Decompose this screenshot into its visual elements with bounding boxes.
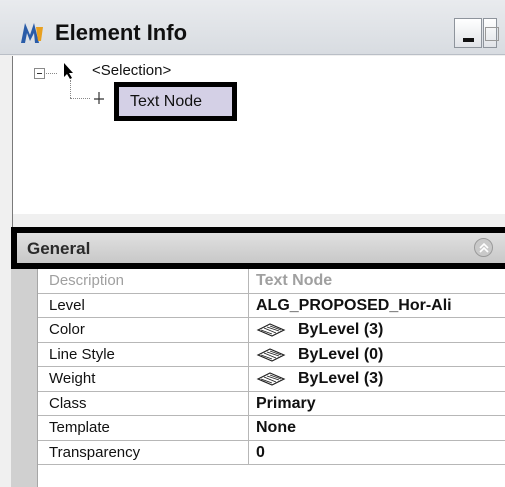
property-name: Transparency	[49, 443, 141, 461]
tree-connector	[70, 98, 90, 99]
tree-connector	[70, 80, 71, 98]
collapse-chevron-icon[interactable]	[474, 238, 493, 257]
element-tree[interactable]: <Selection> Text Node	[12, 56, 505, 214]
property-value: Text Node	[256, 272, 333, 289]
property-value[interactable]: ByLevel (0)	[298, 346, 383, 364]
property-grid-gutter	[11, 269, 37, 487]
property-value[interactable]: None	[256, 419, 296, 437]
property-row-level[interactable]: Level ALG_PROPOSED_Hor-Ali	[38, 293, 505, 318]
tree-item-text-node[interactable]: Text Node	[114, 82, 237, 121]
selection-arrow-icon	[64, 63, 73, 79]
property-value[interactable]: ALG_PROPOSED_Hor-Ali	[256, 297, 452, 315]
column-divider	[248, 269, 249, 293]
property-row-color[interactable]: Color ByLevel (3)	[38, 318, 505, 343]
maximize-icon	[485, 27, 499, 41]
column-divider	[248, 293, 249, 317]
app-logo-icon	[21, 23, 43, 43]
panel-splitter[interactable]	[12, 214, 505, 227]
property-row-class[interactable]: Class Primary	[38, 391, 505, 416]
property-value[interactable]: Primary	[256, 395, 316, 413]
property-value[interactable]: 0	[256, 444, 265, 462]
property-name: Level	[49, 296, 85, 314]
property-name: Weight	[49, 370, 96, 387]
minimize-icon	[463, 38, 474, 42]
property-name: Color	[49, 321, 85, 338]
tree-item-label: Text Node	[130, 93, 203, 110]
general-label: General	[27, 239, 91, 258]
bylevel-swatch-icon	[256, 347, 286, 362]
tree-connector	[46, 73, 57, 74]
column-divider	[248, 391, 249, 415]
property-grid: Description Text Node Level ALG_PROPOSED…	[37, 269, 505, 487]
general-section-header[interactable]: General	[11, 227, 505, 269]
window-title: Element Info	[55, 20, 188, 45]
property-row-template[interactable]: Template None	[38, 416, 505, 441]
maximize-button[interactable]	[483, 18, 499, 48]
minimize-button[interactable]	[454, 18, 482, 48]
text-node-icon	[94, 92, 104, 104]
property-value[interactable]: ByLevel (3)	[298, 321, 383, 339]
column-divider	[248, 318, 249, 342]
property-row-line-style[interactable]: Line Style ByLevel (0)	[38, 342, 505, 367]
tree-item-selection[interactable]: <Selection>	[92, 62, 171, 79]
property-name: Line Style	[49, 345, 115, 363]
property-name: Description	[49, 272, 125, 289]
column-divider	[248, 416, 249, 440]
property-value[interactable]: ByLevel (3)	[298, 370, 383, 388]
bylevel-swatch-icon	[256, 323, 286, 337]
column-divider	[248, 367, 249, 391]
collapse-tree-icon[interactable]	[34, 68, 45, 79]
property-name: Template	[49, 419, 110, 436]
title-bar[interactable]: Element Info	[0, 0, 505, 55]
column-divider	[248, 440, 249, 464]
property-row-description[interactable]: Description Text Node	[38, 269, 505, 294]
column-divider	[248, 342, 249, 366]
bylevel-swatch-icon	[256, 372, 286, 386]
property-name: Class	[49, 394, 87, 412]
property-row-transparency[interactable]: Transparency 0	[38, 440, 505, 465]
property-row-weight[interactable]: Weight ByLevel (3)	[38, 367, 505, 392]
